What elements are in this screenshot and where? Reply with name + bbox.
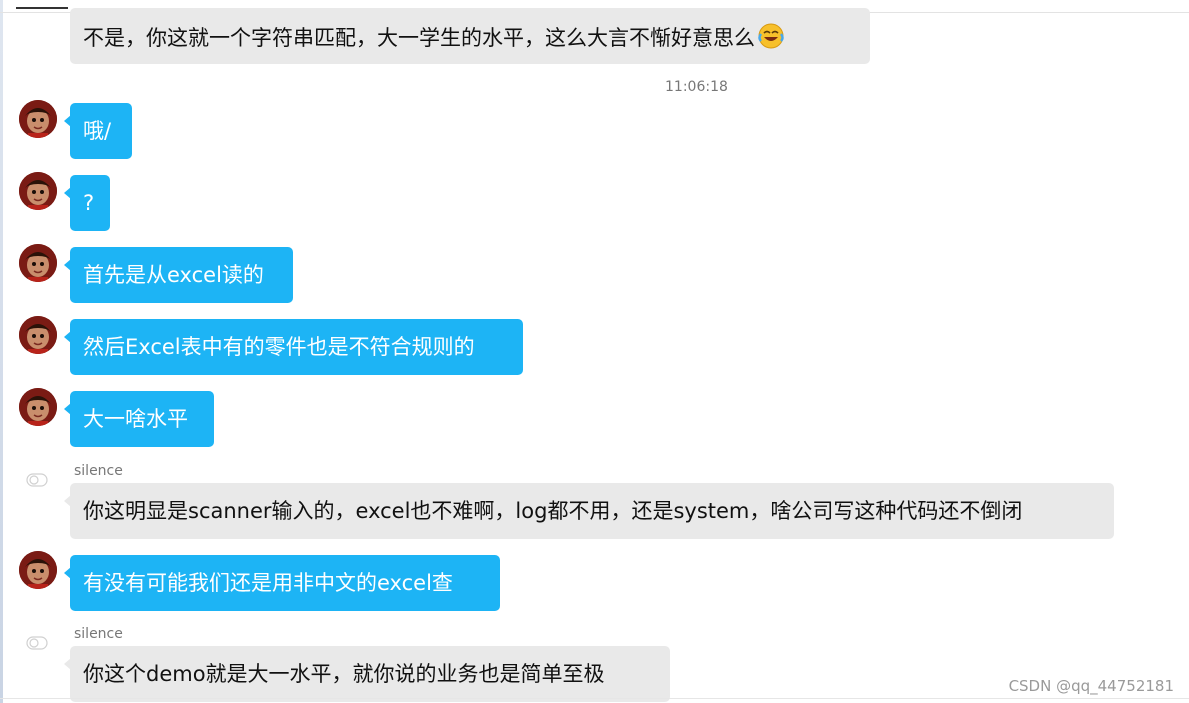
message-text: 有没有可能我们还是用非中文的excel查 [83,571,453,595]
cartoon-avatar-icon [19,316,57,354]
message-timestamp: 11:06:18 [665,79,728,95]
avatar[interactable] [19,388,57,426]
message-bubble-other[interactable]: 你这个demo就是大一水平，就你说的业务也是简单至极 [64,646,670,702]
window-edge [0,0,3,703]
avatar[interactable] [19,244,57,282]
cartoon-avatar-icon [19,244,57,282]
message-text: 大一啥水平 [83,407,188,431]
cartoon-avatar-icon [19,551,57,589]
avatar[interactable] [19,551,57,589]
message-bubble-self[interactable]: 大一啥水平 [64,391,214,447]
message-bubble-self[interactable]: ? [64,175,110,231]
active-tab-indicator [16,7,68,9]
watermark: CSDN @qq_44752181 [1008,677,1174,695]
avatar[interactable] [19,316,57,354]
message-bubble-self[interactable]: 首先是从excel读的 [64,247,293,303]
message-text: 不是，你这就一个字符串匹配，大一学生的水平，这么大言不惭好意思么 [83,26,755,50]
avatar-placeholder-icon[interactable] [26,473,48,487]
sender-name: silence [74,626,123,642]
avatar[interactable] [19,100,57,138]
message-text: 然后Excel表中有的零件也是不符合规则的 [83,335,475,359]
cartoon-avatar-icon [19,172,57,210]
message-text: ? [83,191,95,215]
footer-divider [0,698,1189,699]
message-text: 首先是从excel读的 [83,263,264,287]
cartoon-avatar-icon [19,100,57,138]
message-bubble-self[interactable]: 然后Excel表中有的零件也是不符合规则的 [64,319,523,375]
message-bubble-self[interactable]: 有没有可能我们还是用非中文的excel查 [64,555,500,611]
message-text: 哦/ [83,119,112,143]
laughing-tears-emoji-icon [758,23,784,49]
message-bubble-other[interactable]: 你这明显是scanner输入的，excel也不难啊，log都不用，还是syste… [64,483,1114,539]
cartoon-avatar-icon [19,388,57,426]
avatar-placeholder-icon[interactable] [26,636,48,650]
message-text: 你这个demo就是大一水平，就你说的业务也是简单至极 [83,662,605,686]
message-bubble-other[interactable]: 不是，你这就一个字符串匹配，大一学生的水平，这么大言不惭好意思么 [70,8,870,64]
message-bubble-self[interactable]: 哦/ [64,103,132,159]
avatar[interactable] [19,172,57,210]
sender-name: silence [74,463,123,479]
message-text: 你这明显是scanner输入的，excel也不难啊，log都不用，还是syste… [83,499,1023,523]
